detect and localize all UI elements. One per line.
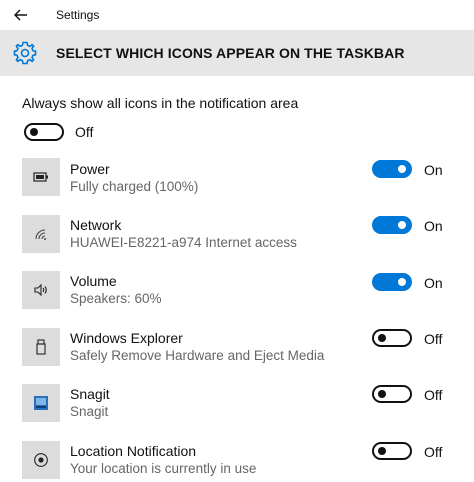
power-state: On [424,162,443,178]
power-toggle[interactable] [372,160,412,178]
toggle-knob [30,128,38,136]
snagit-toggle[interactable] [372,385,412,403]
snagit-state: Off [424,387,443,403]
toggle-knob [378,447,386,455]
page-header: SELECT WHICH ICONS APPEAR ON THE TASKBAR [0,30,474,76]
item-volume-subtitle: Speakers: 60% [70,291,162,306]
location-state: Off [424,444,443,460]
item-explorer-subtitle: Safely Remove Hardware and Eject Media [70,348,325,363]
volume-state: On [424,275,443,291]
item-network-subtitle: HUAWEI-E8221-a974 Internet access [70,235,297,250]
network-toggle[interactable] [372,216,412,234]
back-arrow-icon[interactable] [12,6,30,24]
toggle-knob [398,278,406,286]
gear-icon [12,40,38,66]
wifi-icon [22,215,60,253]
item-explorer-title: Windows Explorer [70,330,183,346]
window-title: Settings [56,8,100,22]
item-power-subtitle: Fully charged (100%) [70,179,199,194]
snagit-icon [22,384,60,422]
toggle-knob [378,334,386,342]
item-snagit-title: Snagit [70,386,110,402]
location-toggle[interactable] [372,442,412,460]
toggle-knob [398,165,406,173]
item-network-title: Network [70,217,122,233]
item-power-title: Power [70,161,110,177]
item-snagit-subtitle: Snagit [70,404,109,419]
speaker-icon [22,271,60,309]
toggle-knob [378,390,386,398]
explorer-state: Off [424,331,443,347]
battery-icon [22,158,60,196]
item-location-title: Location Notification [70,443,197,459]
always-show-label: Always show all icons in the notificatio… [22,95,299,111]
toggle-knob [398,221,406,229]
item-location-subtitle: Your location is currently in use [70,461,257,476]
always-show-state: Off [75,124,94,140]
usb-drive-icon [22,328,60,366]
always-show-toggle[interactable] [24,123,64,141]
explorer-toggle[interactable] [372,329,412,347]
network-state: On [424,218,443,234]
item-volume-title: Volume [70,273,117,289]
location-icon [22,441,60,479]
page-title: SELECT WHICH ICONS APPEAR ON THE TASKBAR [56,45,405,61]
volume-toggle[interactable] [372,273,412,291]
title-bar: Settings [0,0,474,30]
